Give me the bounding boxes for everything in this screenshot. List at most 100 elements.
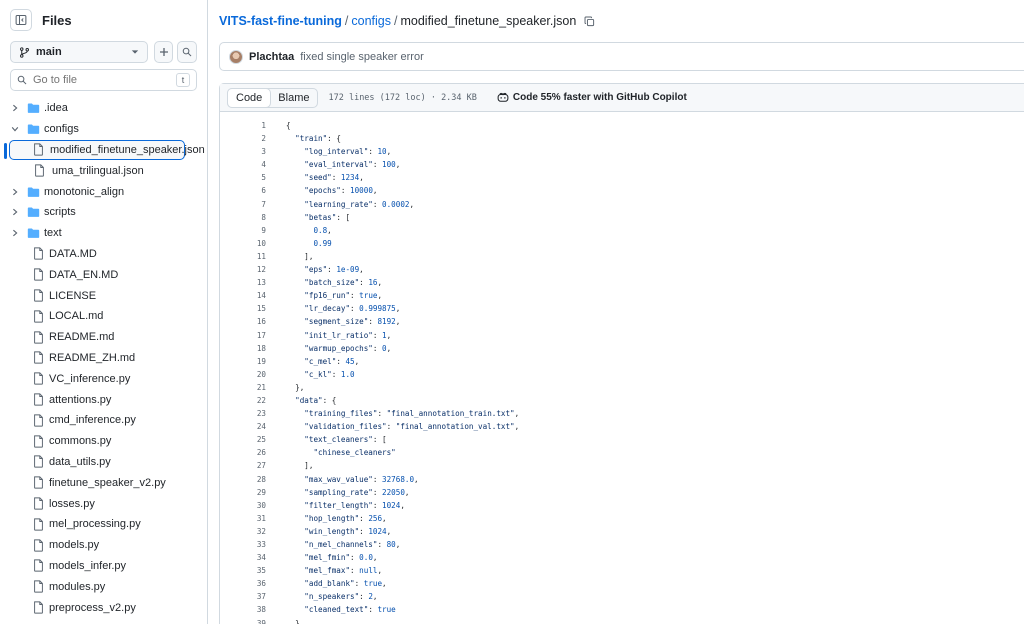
line-number[interactable]: 6 xyxy=(220,184,266,197)
commit-message[interactable]: fixed single speaker error xyxy=(300,51,424,63)
line-number[interactable]: 21 xyxy=(220,381,266,394)
line-number[interactable]: 16 xyxy=(220,315,266,328)
code-line: 17 "init_lr_ratio": 1, xyxy=(220,329,1024,342)
line-number[interactable]: 1 xyxy=(220,119,266,132)
code-line: 19 "c_mel": 45, xyxy=(220,355,1024,368)
line-number[interactable]: 4 xyxy=(220,158,266,171)
line-number[interactable]: 22 xyxy=(220,394,266,407)
tree-file-item[interactable]: finetune_speaker_v2.py xyxy=(0,472,207,493)
tree-file-item[interactable]: attentions.py xyxy=(0,389,207,410)
avatar[interactable] xyxy=(229,49,243,64)
tree-file-item[interactable]: preprocess_v2.py xyxy=(0,597,207,618)
tree-file-item[interactable]: DATA.MD xyxy=(0,244,207,265)
tree-file-item[interactable]: LICENSE xyxy=(0,285,207,306)
tree-file-item[interactable]: README.md xyxy=(0,327,207,348)
line-number[interactable]: 8 xyxy=(220,211,266,224)
tree-file-item[interactable]: README_ZH.md xyxy=(0,348,207,369)
line-number[interactable]: 9 xyxy=(220,224,266,237)
line-number[interactable]: 15 xyxy=(220,302,266,315)
line-number[interactable]: 11 xyxy=(220,250,266,263)
tree-folder-item[interactable]: monotonic_align xyxy=(0,181,207,202)
code-line: 14 "fp16_run": true, xyxy=(220,289,1024,302)
line-number[interactable]: 38 xyxy=(220,603,266,616)
chevron-right-icon[interactable] xyxy=(9,208,21,216)
chevron-down-icon[interactable] xyxy=(9,125,21,133)
line-number[interactable]: 2 xyxy=(220,132,266,145)
line-number[interactable]: 29 xyxy=(220,486,266,499)
code-line: 8 "betas": [ xyxy=(220,211,1024,224)
line-number[interactable]: 35 xyxy=(220,564,266,577)
chevron-right-icon[interactable] xyxy=(9,188,21,196)
copilot-promo-link[interactable]: Code 55% faster with GitHub Copilot xyxy=(497,92,687,103)
line-number[interactable]: 27 xyxy=(220,459,266,472)
code-view[interactable]: 1{2 "train": {3 "log_interval": 10, 4 "ev… xyxy=(220,119,1024,624)
copy-icon xyxy=(584,16,595,26)
line-number[interactable]: 36 xyxy=(220,577,266,590)
tree-file-item[interactable]: models.py xyxy=(0,535,207,556)
line-number[interactable]: 28 xyxy=(220,473,266,486)
line-number[interactable]: 31 xyxy=(220,512,266,525)
code-line: 9 0.8, xyxy=(220,224,1024,237)
line-number[interactable]: 30 xyxy=(220,499,266,512)
tree-file-item[interactable]: models_infer.py xyxy=(0,556,207,577)
line-number[interactable]: 18 xyxy=(220,342,266,355)
tree-file-item[interactable]: modules.py xyxy=(0,576,207,597)
tree-file-item[interactable]: mel_processing.py xyxy=(0,514,207,535)
code-text: "segment_size": 8192, xyxy=(304,317,401,327)
tree-file-item[interactable]: modified_finetune_speaker.json xyxy=(4,139,205,161)
collapse-sidebar-button[interactable] xyxy=(10,9,32,31)
line-number[interactable]: 13 xyxy=(220,276,266,289)
line-number[interactable]: 39 xyxy=(220,617,266,624)
tab-blame[interactable]: Blame xyxy=(270,89,317,107)
chevron-right-icon[interactable] xyxy=(9,229,21,237)
line-number[interactable]: 3 xyxy=(220,145,266,158)
line-number[interactable]: 14 xyxy=(220,289,266,302)
tree-folder-item[interactable]: .idea xyxy=(0,98,207,119)
branch-selector[interactable]: main xyxy=(10,41,148,63)
line-number[interactable]: 25 xyxy=(220,433,266,446)
breadcrumb-folder-link[interactable]: configs xyxy=(351,14,391,28)
tree-file-item[interactable]: VC_inference.py xyxy=(0,368,207,389)
line-number[interactable]: 23 xyxy=(220,407,266,420)
tree-folder-item[interactable]: scripts xyxy=(0,202,207,223)
file-icon xyxy=(31,268,45,282)
tree-file-item[interactable]: commons.py xyxy=(0,431,207,452)
add-file-button[interactable] xyxy=(153,41,174,63)
line-number[interactable]: 5 xyxy=(220,171,266,184)
go-to-file-input[interactable] xyxy=(33,74,176,86)
line-number[interactable]: 26 xyxy=(220,446,266,459)
line-number[interactable]: 24 xyxy=(220,420,266,433)
line-number[interactable]: 37 xyxy=(220,590,266,603)
code-line: 22 "data": { xyxy=(220,394,1024,407)
line-number[interactable]: 17 xyxy=(220,329,266,342)
file-icon xyxy=(32,164,46,178)
tree-file-item[interactable]: cmd_inference.py xyxy=(0,410,207,431)
code-line: 2 "train": { xyxy=(220,132,1024,145)
chevron-right-icon[interactable] xyxy=(9,104,21,112)
line-number[interactable]: 33 xyxy=(220,538,266,551)
copy-path-button[interactable] xyxy=(584,16,595,27)
tree-file-item[interactable]: DATA_EN.MD xyxy=(0,264,207,285)
code-text: "lr_decay": 0.999875, xyxy=(304,304,401,314)
tree-file-item[interactable]: LOCAL.md xyxy=(0,306,207,327)
tree-file-item[interactable]: uma_trilingual.json xyxy=(0,160,207,181)
line-number[interactable]: 7 xyxy=(220,198,266,211)
code-text: }, xyxy=(286,618,305,624)
search-code-button[interactable] xyxy=(177,41,197,63)
line-number[interactable]: 12 xyxy=(220,263,266,276)
tab-code[interactable]: Code xyxy=(227,87,272,108)
breadcrumb-repo-link[interactable]: VITS-fast-fine-tuning xyxy=(219,14,342,28)
line-number[interactable]: 19 xyxy=(220,355,266,368)
line-number[interactable]: 20 xyxy=(220,368,266,381)
sidebar-collapse-icon xyxy=(15,14,27,26)
file-icon xyxy=(31,247,45,261)
tree-folder-item[interactable]: configs xyxy=(0,119,207,140)
commit-author[interactable]: Plachtaa xyxy=(249,51,294,63)
tree-item-label: scripts xyxy=(44,206,76,219)
tree-file-item[interactable]: losses.py xyxy=(0,493,207,514)
line-number[interactable]: 10 xyxy=(220,237,266,250)
tree-folder-item[interactable]: text xyxy=(0,223,207,244)
line-number[interactable]: 32 xyxy=(220,525,266,538)
tree-file-item[interactable]: data_utils.py xyxy=(0,452,207,473)
line-number[interactable]: 34 xyxy=(220,551,266,564)
